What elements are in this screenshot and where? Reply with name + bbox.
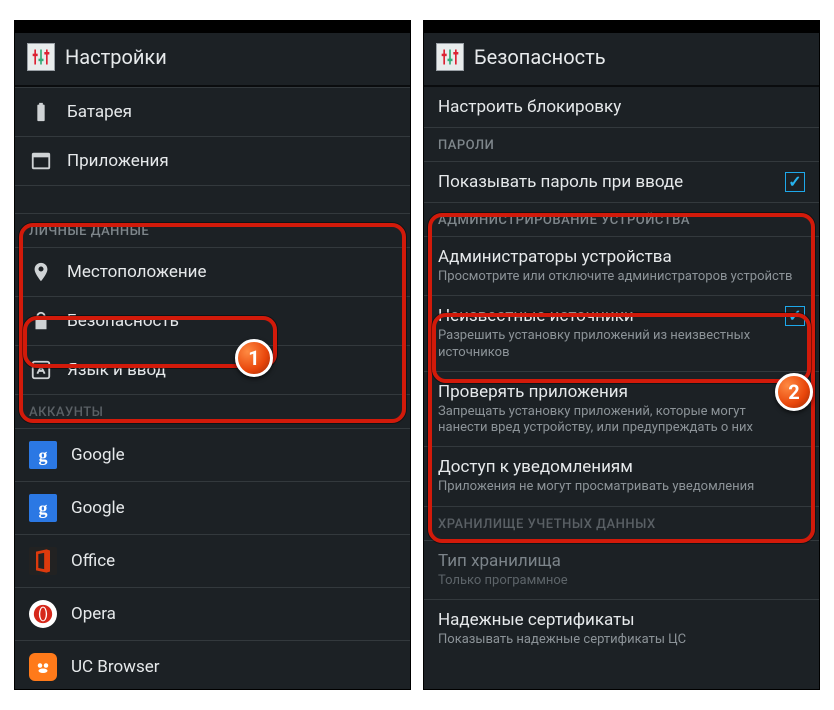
row-subtitle: Запрещать установку приложений, которые … bbox=[438, 404, 763, 437]
row-language[interactable]: Язык и ввод bbox=[15, 346, 410, 395]
row-account-google-2[interactable]: g Google bbox=[15, 482, 410, 535]
section-header-accounts: АККАУНТЫ bbox=[15, 395, 410, 429]
row-location[interactable]: Местоположение bbox=[15, 248, 410, 297]
row-account-opera[interactable]: Opera bbox=[15, 588, 410, 641]
security-list[interactable]: Настроить блокировку ПАРОЛИ Показывать п… bbox=[424, 87, 819, 658]
row-subtitle: Приложения не могут просматривать уведом… bbox=[438, 479, 805, 495]
section-header-personal: ЛИЧНЫЕ ДАННЫЕ bbox=[15, 214, 410, 248]
row-label: Google bbox=[71, 498, 125, 518]
battery-icon bbox=[29, 100, 53, 124]
row-notification-access[interactable]: Доступ к уведомлениям Приложения не могу… bbox=[424, 447, 819, 506]
row-label: Неизвестные источники bbox=[438, 306, 763, 326]
row-label: Батарея bbox=[67, 102, 132, 122]
language-icon bbox=[29, 358, 53, 382]
settings-app-icon bbox=[436, 43, 464, 71]
row-subtitle: Просмотрите или отключите администраторо… bbox=[438, 269, 805, 285]
row-configure-lock[interactable]: Настроить блокировку bbox=[424, 87, 819, 128]
google-icon: g bbox=[29, 441, 57, 469]
row-account-ucbrowser[interactable]: UC Browser bbox=[15, 641, 410, 690]
row-label: Opera bbox=[71, 604, 116, 624]
header-title: Безопасность bbox=[474, 45, 606, 69]
row-label: Местоположение bbox=[67, 262, 207, 282]
checkbox-show-passwords[interactable] bbox=[785, 172, 805, 192]
settings-list[interactable]: Батарея Приложения ЛИЧНЫЕ ДАННЫЕ Местопо… bbox=[15, 87, 410, 690]
row-subtitle: Разрешить установку приложений из неизве… bbox=[438, 328, 763, 361]
settings-app-icon bbox=[27, 43, 55, 71]
row-subtitle: Только программное bbox=[438, 573, 805, 589]
header-title: Настройки bbox=[65, 45, 167, 69]
row-security[interactable]: Безопасность bbox=[15, 297, 410, 346]
settings-screen: Настройки Батарея Приложения ЛИЧНЫЕ ДАНН… bbox=[14, 20, 411, 690]
section-header-admin: АДМИНИСТРИРОВАНИЕ УСТРОЙСТВА bbox=[424, 203, 819, 237]
lock-icon bbox=[29, 309, 53, 333]
row-account-google-1[interactable]: g Google bbox=[15, 429, 410, 482]
row-label: Тип хранилища bbox=[438, 551, 805, 571]
row-label: Показывать пароль при вводе bbox=[438, 172, 763, 192]
row-label: Приложения bbox=[67, 151, 169, 171]
status-bar bbox=[15, 21, 410, 33]
row-label: Google bbox=[71, 445, 125, 465]
row-show-passwords[interactable]: Показывать пароль при вводе bbox=[424, 162, 819, 203]
row-label: Проверять приложения bbox=[438, 382, 763, 402]
row-label: Надежные сертификаты bbox=[438, 610, 805, 630]
office-icon bbox=[29, 547, 57, 575]
row-label: Безопасность bbox=[67, 311, 179, 331]
row-subtitle: Показывать надежные сертификаты ЦС bbox=[438, 632, 805, 648]
row-label: Язык и ввод bbox=[67, 360, 166, 380]
row-account-office[interactable]: Office bbox=[15, 535, 410, 588]
row-battery[interactable]: Батарея bbox=[15, 88, 410, 137]
row-storage-type: Тип хранилища Только программное bbox=[424, 541, 819, 600]
row-label: Администраторы устройства bbox=[438, 247, 805, 267]
checkbox-unknown-sources[interactable] bbox=[785, 306, 805, 326]
security-screen: Безопасность Настроить блокировку ПАРОЛИ… bbox=[423, 20, 820, 690]
apps-icon bbox=[29, 149, 53, 173]
row-label: UC Browser bbox=[71, 657, 160, 677]
section-header-credentials: ХРАНИЛИЩЕ УЧЕТНЫХ ДАННЫХ bbox=[424, 507, 819, 541]
row-unknown-sources[interactable]: Неизвестные источники Разрешить установк… bbox=[424, 296, 819, 372]
location-icon bbox=[29, 260, 53, 284]
opera-icon bbox=[29, 600, 57, 628]
checkbox-verify-apps[interactable] bbox=[785, 382, 805, 402]
status-bar bbox=[424, 21, 819, 33]
header: Безопасность bbox=[424, 33, 819, 87]
row-apps[interactable]: Приложения bbox=[15, 137, 410, 186]
row-label: Настроить блокировку bbox=[438, 97, 621, 117]
header: Настройки bbox=[15, 33, 410, 87]
row-verify-apps[interactable]: Проверять приложения Запрещать установку… bbox=[424, 372, 819, 448]
row-trusted-certs[interactable]: Надежные сертификаты Показывать надежные… bbox=[424, 600, 819, 658]
row-label: Office bbox=[71, 551, 115, 571]
section-header-passwords: ПАРОЛИ bbox=[424, 128, 819, 162]
ucbrowser-icon bbox=[29, 653, 57, 681]
row-device-admins[interactable]: Администраторы устройства Просмотрите ил… bbox=[424, 237, 819, 296]
row-label: Доступ к уведомлениям bbox=[438, 457, 805, 477]
google-icon: g bbox=[29, 494, 57, 522]
